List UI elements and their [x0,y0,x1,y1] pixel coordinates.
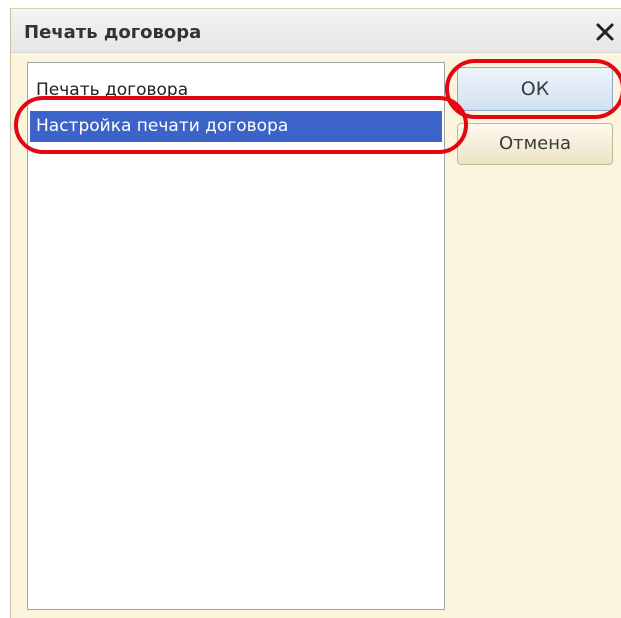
list-item-print-contract[interactable]: Печать договора [30,75,442,106]
ok-button[interactable]: ОК [457,67,613,111]
list-item-label: Настройка печати договора [36,116,289,136]
close-button[interactable] [591,18,619,46]
close-icon [596,23,614,41]
list-item-print-settings[interactable]: Настройка печати договора [30,111,442,142]
dialog-title: Печать договора [24,22,202,43]
cancel-button[interactable]: Отмена [457,123,613,165]
dialog-titlebar: Печать договора [11,9,621,53]
print-contract-dialog: Печать договора Печать договора Настройк… [10,8,621,618]
list-item-label: Печать договора [36,80,189,100]
print-form-list[interactable]: Печать договора Настройка печати договор… [27,62,445,610]
